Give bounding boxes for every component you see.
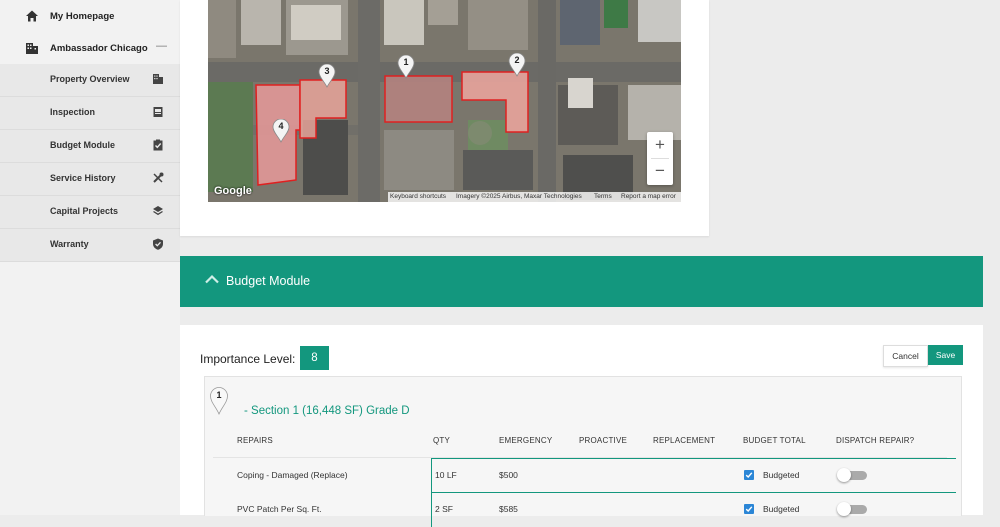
sidebar-item-label: Capital Projects (50, 206, 119, 216)
checkmark-icon (745, 472, 753, 479)
qty-value: 10 LF (435, 470, 457, 480)
map-marker-2[interactable]: 2 (508, 52, 526, 77)
col-header-proactive: PROACTIVE (579, 436, 628, 445)
zoom-in-button[interactable]: + (647, 132, 673, 158)
sidebar-item-warranty[interactable]: Warranty (0, 229, 180, 262)
sidebar-item-inspection[interactable]: Inspection (0, 97, 180, 130)
map-attribution: Keyboard shortcuts Imagery ©2025 Airbus,… (388, 192, 681, 202)
col-header-qty: QTY (433, 436, 451, 445)
map-marker-label: 3 (324, 66, 330, 76)
emergency-value: $585 (499, 504, 518, 514)
building-icon (153, 74, 163, 84)
report-map-error-link[interactable]: Report a map error (621, 193, 676, 200)
clipboard-check-icon (153, 139, 163, 151)
terms-link[interactable]: Terms (594, 193, 612, 200)
sidebar-item-service-history[interactable]: Service History (0, 163, 180, 196)
col-header-emergency: EMERGENCY (499, 436, 553, 445)
sidebar-item-property-overview[interactable]: Property Overview (0, 64, 180, 97)
home-icon (26, 10, 38, 22)
toggle-knob (837, 468, 851, 482)
col-header-repairs: REPAIRS (237, 436, 273, 445)
imagery-credit: Imagery ©2025 Airbus, Maxar Technologies (456, 193, 582, 200)
chevron-up-icon (205, 274, 219, 284)
building-icon (26, 43, 38, 54)
nav-property-label: Ambassador Chicago (50, 42, 148, 54)
map-marker-3[interactable]: 3 (318, 63, 336, 88)
sidebar-item-capital-projects[interactable]: Capital Projects (0, 196, 180, 229)
section-marker: 1 (209, 387, 229, 416)
sidebar: My Homepage Ambassador Chicago — Propert… (0, 0, 180, 515)
zoom-controls: + − (647, 132, 673, 185)
shield-check-icon (153, 238, 163, 250)
map-marker-label: 2 (514, 55, 520, 65)
nav-my-homepage-label: My Homepage (50, 10, 115, 22)
repair-name: Coping - Damaged (Replace) (237, 470, 348, 480)
map-marker-label: 4 (278, 121, 284, 131)
col-header-dispatch-repair: DISPATCH REPAIR? (836, 436, 915, 445)
report-icon (153, 107, 163, 117)
map-marker-4[interactable]: 4 (272, 118, 290, 143)
map-marker-1[interactable]: 1 (397, 54, 415, 79)
google-logo: Google (214, 185, 252, 197)
budgeted-checkbox[interactable] (744, 504, 754, 514)
sidebar-item-label: Budget Module (50, 140, 115, 150)
cancel-button[interactable]: Cancel (883, 345, 928, 367)
importance-level-label: Importance Level: (200, 352, 296, 366)
table-row: Coping - Damaged (Replace) 10 LF $500 Bu… (213, 457, 956, 493)
satellite-map[interactable]: 1 2 3 4 + − Google Keyboard shortcuts Im… (208, 0, 681, 202)
section-panel: 1 - Section 1 (16,448 SF) Grade D REPAIR… (204, 376, 962, 527)
section-marker-label: 1 (216, 390, 222, 400)
repair-name: PVC Patch Per Sq. Ft. (237, 504, 322, 514)
tools-icon (153, 172, 164, 183)
nav-property[interactable]: Ambassador Chicago — (0, 32, 180, 64)
importance-level-value[interactable]: 8 (300, 346, 329, 370)
sidebar-item-label: Warranty (50, 239, 89, 249)
sidebar-item-label: Inspection (50, 107, 96, 117)
nav-my-homepage[interactable]: My Homepage (0, 0, 180, 32)
table-row: PVC Patch Per Sq. Ft. 2 SF $585 Budgeted (213, 492, 956, 527)
budget-content-card: Importance Level: 8 Cancel Save 1 - Sect… (180, 325, 983, 527)
zoom-out-button[interactable]: − (647, 159, 673, 185)
toggle-knob (837, 502, 851, 516)
budget-total-value: Budgeted (763, 470, 800, 480)
map-marker-label: 1 (403, 57, 409, 67)
col-header-budget-total: BUDGET TOTAL (743, 436, 806, 445)
layers-icon (153, 206, 163, 216)
dispatch-repair-toggle[interactable] (837, 468, 867, 482)
emergency-value: $500 (499, 470, 518, 480)
budgeted-checkbox[interactable] (744, 470, 754, 480)
checkmark-icon (745, 506, 753, 513)
sidebar-item-label: Service History (50, 173, 116, 183)
budget-module-header[interactable]: Budget Module (180, 256, 983, 307)
dispatch-repair-toggle[interactable] (837, 502, 867, 516)
col-header-replacement: REPLACEMENT (653, 436, 716, 445)
save-button[interactable]: Save (928, 345, 963, 365)
qty-value: 2 SF (435, 504, 453, 514)
budget-total-value: Budgeted (763, 504, 800, 514)
sidebar-item-budget-module[interactable]: Budget Module (0, 130, 180, 163)
collapse-icon[interactable]: — (156, 40, 167, 52)
satellite-imagery (208, 0, 681, 202)
sidebar-item-label: Property Overview (50, 74, 130, 84)
section-title[interactable]: - Section 1 (16,448 SF) Grade D (244, 405, 410, 417)
keyboard-shortcuts-link[interactable]: Keyboard shortcuts (390, 193, 446, 200)
budget-module-title: Budget Module (226, 274, 311, 288)
